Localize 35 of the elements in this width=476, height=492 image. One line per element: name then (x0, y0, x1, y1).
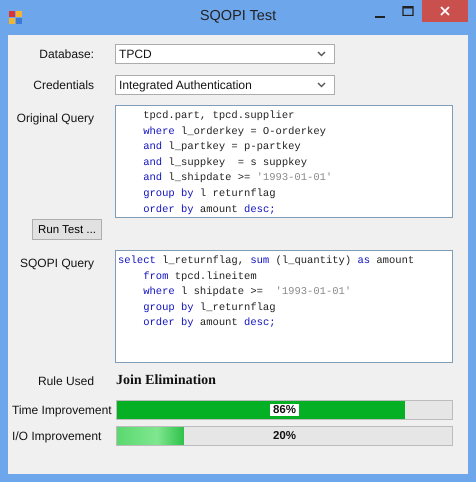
code-line: tpcd.part, tpcd.supplier (142, 109, 294, 124)
minimize-icon (375, 16, 385, 18)
original-query-box[interactable]: tpcd.part, tpcd.supplier where l_orderkey = O-orderkey and l_partkey = p-partkey and l_suppkey = s suppkey and l_shipdate >= '1993-01-01' group by l returnflag order by amount desc; (115, 105, 453, 218)
code-line: group by l_returnflag (142, 300, 276, 316)
sqopi-query-label: SQOPI Query (18, 255, 95, 270)
credentials-dropdown[interactable]: Integrated Authentication (115, 75, 335, 95)
code-line: group by l returnflag (142, 186, 276, 202)
code-line: where l shipdate >= '1993-01-01' (142, 285, 352, 300)
code-line: from tpcd.lineitem (142, 270, 257, 285)
progress-reading: 86% (270, 404, 300, 416)
code-line: order by amount desc; (142, 202, 276, 217)
close-icon (440, 6, 450, 16)
sqopi-query-box[interactable]: select l_returnflag, sum (l_quantity) as amount from tpcd.lineitem where l shipdate >= '1993-01-01' group by l_returnflag order by amount desc; (115, 250, 453, 363)
code-line: select l_returnflag, sum (l_quantity) as amount (118, 254, 414, 269)
credentials-label: Credentials (32, 78, 95, 92)
rule-value: Join Elimination (116, 373, 216, 389)
rule-used-label: Rule Used (36, 374, 95, 388)
original-query-label: Original Query (16, 110, 95, 125)
database-label: Database: (38, 47, 95, 61)
code-line: and l_partkey = p-partkey (142, 140, 301, 156)
database-dropdown[interactable]: TPCD (115, 44, 335, 64)
code-line: and l_suppkey = s suppkey (142, 156, 308, 171)
meter-label: Time Improvement (11, 403, 113, 417)
close-button[interactable] (422, 0, 468, 22)
maximize-icon (402, 6, 414, 16)
progress-reading: 20% (272, 430, 296, 442)
code-line: order by amount desc; (142, 316, 276, 332)
window-title: SQOPI Test (198, 8, 278, 24)
app-icon (8, 9, 24, 25)
run-test-button[interactable]: Run Test ... (32, 219, 102, 240)
meter-label: I/O Improvement (11, 429, 102, 443)
chevron-down-icon (317, 82, 326, 88)
code-line: and l_shipdate >= '1993-01-01' (142, 171, 332, 186)
chevron-down-icon (317, 51, 326, 57)
code-line: where l_orderkey = O-orderkey (142, 124, 326, 140)
